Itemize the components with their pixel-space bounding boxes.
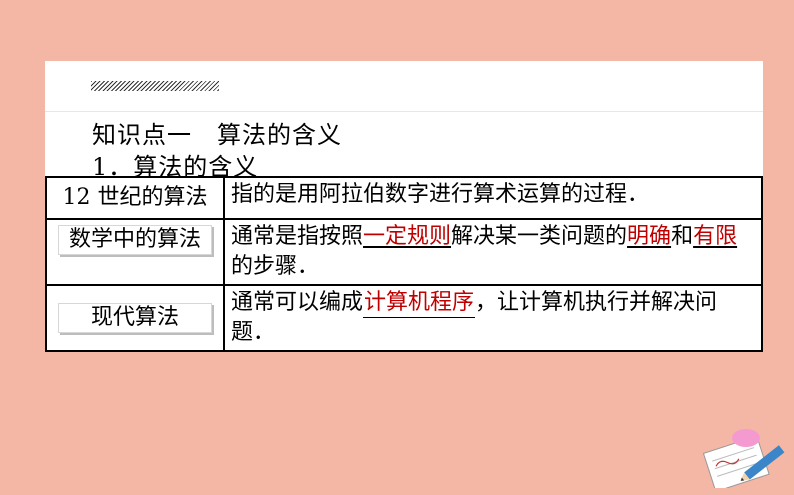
- row-label: 现代算法: [58, 303, 212, 333]
- row-text: 指的是用阿拉伯数字进行算术运算的过程．: [231, 182, 650, 207]
- table-row: 12 世纪的算法 指的是用阿拉伯数字进行算术运算的过程．: [45, 176, 763, 220]
- table-row: 数学中的算法 通常是指按照一定规则解决某一类问题的明确和有限的步骤．: [45, 218, 763, 286]
- answer-blank: 计算机程序: [363, 289, 476, 318]
- answer-blank: 明确: [627, 224, 672, 249]
- row-label: 数学中的算法: [58, 225, 212, 255]
- row-text: 通常是指按照: [231, 224, 364, 249]
- row-label-cell: 现代算法: [45, 284, 225, 352]
- row-text: 解决某一类问题的: [451, 224, 628, 249]
- row-label-cell: 数学中的算法: [45, 218, 225, 286]
- row-label-cell: 12 世纪的算法: [45, 176, 225, 220]
- row-label: 12 世纪的算法: [62, 185, 208, 210]
- table-row: 现代算法 通常可以编成计算机程序，让计算机执行并解决问题．: [45, 284, 763, 352]
- section-heading: 知识点一 算法的含义: [92, 121, 342, 149]
- card-divider: [45, 111, 763, 112]
- answer-blank: 有限: [693, 224, 738, 249]
- row-content-cell: 通常是指按照一定规则解决某一类问题的明确和有限的步骤．: [223, 218, 763, 286]
- paper-and-pencil-icon: [702, 429, 785, 488]
- row-text: 的步骤．: [231, 254, 320, 279]
- hatch-decoration: [91, 81, 219, 91]
- row-text: 通常可以编成: [231, 290, 364, 315]
- row-content-cell: 通常可以编成计算机程序，让计算机执行并解决问题．: [223, 284, 763, 352]
- definition-table: 12 世纪的算法 指的是用阿拉伯数字进行算术运算的过程． 数学中的算法 通常是指…: [45, 176, 763, 352]
- row-content-cell: 指的是用阿拉伯数字进行算术运算的过程．: [223, 176, 763, 220]
- answer-blank: 一定规则: [363, 224, 452, 249]
- row-text: 和: [671, 224, 694, 249]
